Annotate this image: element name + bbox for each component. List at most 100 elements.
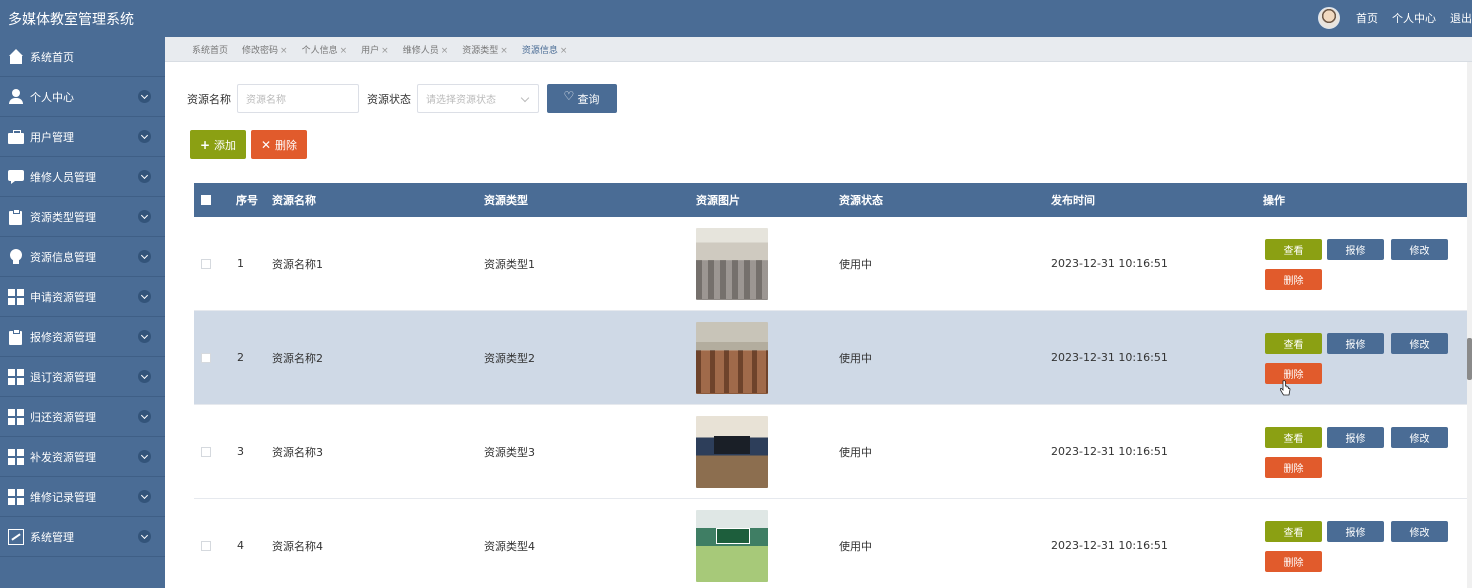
tab-change-password[interactable]: 修改密码 ×: [242, 43, 288, 56]
nav-logout-link[interactable]: 退出: [1450, 10, 1472, 26]
sidebar-item-return[interactable]: 归还资源管理: [0, 397, 165, 437]
tab-users[interactable]: 用户 ×: [361, 43, 389, 56]
close-icon[interactable]: ×: [560, 46, 568, 56]
edit-button[interactable]: 修改: [1391, 333, 1448, 354]
action-bar: + 添加 ✕ 删除: [190, 130, 307, 159]
row-delete-button[interactable]: 删除: [1265, 363, 1322, 384]
chevron-down-icon[interactable]: [138, 330, 151, 343]
sidebar-item-repairers[interactable]: 维修人员管理: [0, 157, 165, 197]
table-header: 序号 资源名称 资源类型 资源图片 资源状态 发布时间 操作: [194, 183, 1470, 217]
chevron-down-icon[interactable]: [138, 290, 151, 303]
nav-profile-link[interactable]: 个人中心: [1392, 10, 1436, 26]
row-delete-button[interactable]: 删除: [1265, 551, 1322, 572]
table-row[interactable]: 4 资源名称4 资源类型4 使用中 2023-12-31 10:16:51 查看…: [194, 499, 1470, 588]
view-button[interactable]: 查看: [1265, 239, 1322, 260]
view-button[interactable]: 查看: [1265, 521, 1322, 542]
chevron-down-icon[interactable]: [138, 170, 151, 183]
sidebar-item-reissue[interactable]: 补发资源管理: [0, 437, 165, 477]
sidebar: 系统首页 个人中心 用户管理 维修人员管理 资源类型管理 资源信息管理 申请资源…: [0, 37, 165, 588]
close-icon: ✕: [260, 137, 272, 152]
row-checkbox[interactable]: [201, 540, 211, 551]
add-button[interactable]: + 添加: [190, 130, 246, 159]
resource-status-select[interactable]: 请选择资源状态: [417, 84, 539, 113]
sidebar-item-system[interactable]: 系统管理: [0, 517, 165, 557]
column-header: 资源类型: [484, 194, 528, 207]
sidebar-item-label: 维修人员管理: [30, 170, 96, 184]
report-repair-button[interactable]: 报修: [1327, 239, 1384, 260]
table-row[interactable]: 3 资源名称3 资源类型3 使用中 2023-12-31 10:16:51 查看…: [194, 405, 1470, 499]
resource-name: 资源名称2: [272, 351, 323, 365]
resource-type: 资源类型4: [484, 539, 535, 553]
report-repair-button[interactable]: 报修: [1327, 333, 1384, 354]
row-delete-button[interactable]: 删除: [1265, 269, 1322, 290]
table-row[interactable]: 1 资源名称1 资源类型1 使用中 2023-12-31 10:16:51 查看…: [194, 217, 1470, 311]
sidebar-item-repair[interactable]: 报修资源管理: [0, 317, 165, 357]
tab-label: 个人信息: [301, 45, 338, 56]
chart-icon: [8, 528, 24, 545]
close-icon[interactable]: ×: [340, 46, 348, 56]
select-all-checkbox[interactable]: [201, 195, 211, 205]
row-delete-button[interactable]: 删除: [1265, 457, 1322, 478]
sidebar-item-unsubscribe[interactable]: 退订资源管理: [0, 357, 165, 397]
avatar[interactable]: [1318, 7, 1340, 29]
resource-image[interactable]: [696, 415, 768, 488]
tab-resource-info[interactable]: 资源信息 ×: [522, 43, 568, 56]
row-checkbox[interactable]: [201, 258, 211, 269]
chevron-down-icon[interactable]: [138, 410, 151, 423]
resource-image[interactable]: [696, 509, 768, 582]
resource-image[interactable]: [696, 227, 768, 300]
column-header: 操作: [1263, 194, 1285, 207]
grid-icon: [8, 288, 24, 305]
chevron-down-icon: [520, 93, 530, 103]
tab-home[interactable]: 系统首页: [192, 43, 228, 56]
tab-profile[interactable]: 个人信息 ×: [302, 43, 348, 56]
sidebar-item-resource-info[interactable]: 资源信息管理: [0, 237, 165, 277]
column-header: 资源状态: [839, 194, 883, 207]
query-button[interactable]: 查询: [547, 84, 617, 113]
view-button[interactable]: 查看: [1265, 427, 1322, 448]
sidebar-item-users[interactable]: 用户管理: [0, 117, 165, 157]
chevron-down-icon[interactable]: [138, 250, 151, 263]
sidebar-item-home[interactable]: 系统首页: [0, 37, 165, 77]
clipboard-check-icon: [8, 208, 24, 225]
add-button-label: 添加: [214, 138, 237, 152]
delete-button[interactable]: ✕ 删除: [251, 130, 307, 159]
scrollbar-thumb[interactable]: [1467, 338, 1472, 380]
resource-name: 资源名称1: [272, 257, 323, 271]
chevron-down-icon[interactable]: [138, 490, 151, 503]
resource-image[interactable]: [696, 321, 768, 394]
edit-button[interactable]: 修改: [1391, 521, 1448, 542]
chevron-down-icon[interactable]: [138, 530, 151, 543]
chevron-down-icon[interactable]: [138, 450, 151, 463]
row-index: 2: [237, 351, 244, 364]
edit-button[interactable]: 修改: [1391, 427, 1448, 448]
page-scrollbar[interactable]: [1467, 62, 1472, 588]
tab-repairers[interactable]: 维修人员 ×: [403, 43, 449, 56]
tab-resource-types[interactable]: 资源类型 ×: [462, 43, 508, 56]
sidebar-item-label: 退订资源管理: [30, 370, 96, 384]
close-icon[interactable]: ×: [441, 46, 449, 56]
sidebar-item-repair-records[interactable]: 维修记录管理: [0, 477, 165, 517]
close-icon[interactable]: ×: [381, 46, 389, 56]
resource-name: 资源名称4: [272, 539, 323, 553]
sidebar-item-apply[interactable]: 申请资源管理: [0, 277, 165, 317]
chevron-down-icon[interactable]: [138, 130, 151, 143]
edit-button[interactable]: 修改: [1391, 239, 1448, 260]
close-icon[interactable]: ×: [280, 46, 288, 56]
row-checkbox[interactable]: [201, 352, 211, 363]
grid-icon: [8, 488, 24, 505]
resource-name-input[interactable]: 资源名称: [237, 84, 359, 113]
chevron-down-icon[interactable]: [138, 90, 151, 103]
report-repair-button[interactable]: 报修: [1327, 427, 1384, 448]
close-icon[interactable]: ×: [500, 46, 508, 56]
column-header: 发布时间: [1051, 194, 1095, 207]
row-checkbox[interactable]: [201, 446, 211, 457]
chevron-down-icon[interactable]: [138, 210, 151, 223]
chevron-down-icon[interactable]: [138, 370, 151, 383]
report-repair-button[interactable]: 报修: [1327, 521, 1384, 542]
sidebar-item-resource-types[interactable]: 资源类型管理: [0, 197, 165, 237]
sidebar-item-profile[interactable]: 个人中心: [0, 77, 165, 117]
view-button[interactable]: 查看: [1265, 333, 1322, 354]
resource-type: 资源类型3: [484, 445, 535, 459]
nav-home-link[interactable]: 首页: [1356, 10, 1378, 26]
